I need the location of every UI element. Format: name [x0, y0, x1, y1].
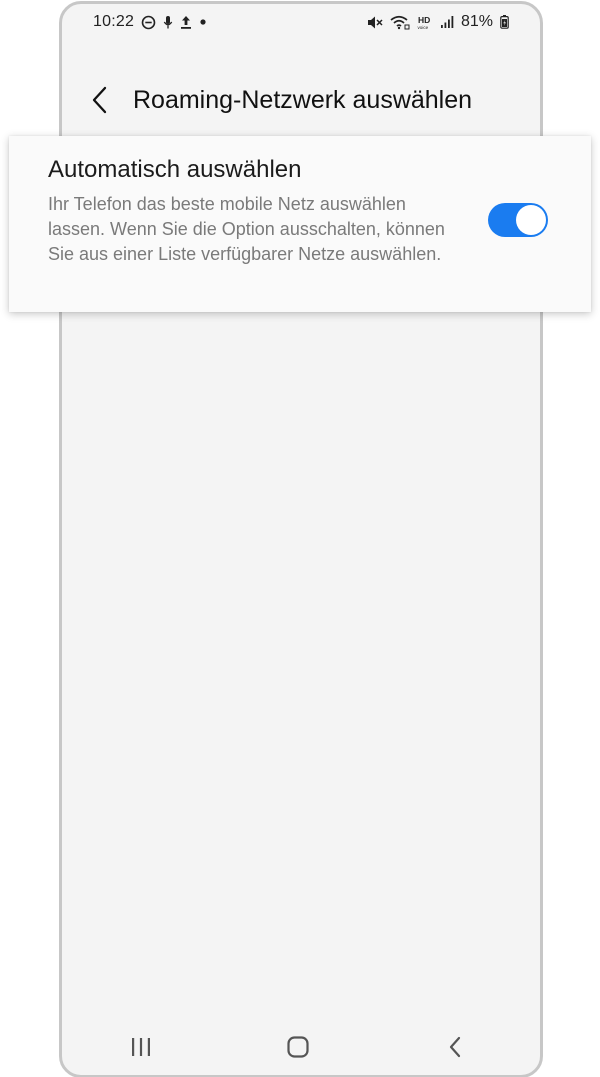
- nav-back-button[interactable]: [425, 1022, 485, 1072]
- recents-icon: [129, 1036, 153, 1058]
- svg-text:HD: HD: [418, 15, 430, 25]
- page-title: Roaming-Netzwerk auswählen: [133, 85, 473, 114]
- hd-voice-icon: HD voice: [417, 15, 433, 30]
- back-icon: [447, 1035, 463, 1059]
- wifi-call-icon: [390, 15, 410, 30]
- do-not-disturb-icon: [141, 15, 156, 30]
- recents-button[interactable]: [111, 1022, 171, 1072]
- app-header: Roaming-Netzwerk auswählen: [80, 78, 530, 122]
- home-icon: [286, 1035, 310, 1059]
- back-button[interactable]: [80, 78, 120, 122]
- svg-text:voice: voice: [417, 25, 428, 30]
- setting-title: Automatisch auswählen: [48, 156, 302, 183]
- status-time: 10:22: [93, 13, 135, 30]
- chevron-left-icon: [91, 86, 109, 114]
- status-bar: 10:22 HD voice 81%: [93, 10, 509, 34]
- auto-select-toggle[interactable]: [488, 203, 548, 237]
- navigation-bar: [62, 1022, 534, 1072]
- toggle-knob: [516, 205, 546, 235]
- dot-icon: [199, 18, 207, 26]
- auto-select-setting-row[interactable]: Automatisch auswählen Ihr Telefon das be…: [9, 136, 591, 312]
- status-left: 10:22: [93, 13, 207, 31]
- battery-percentage: 81%: [460, 13, 493, 30]
- upload-icon: [180, 15, 192, 30]
- setting-description: Ihr Telefon das beste mobile Netz auswäh…: [48, 194, 445, 264]
- microphone-icon: [163, 15, 173, 30]
- home-button[interactable]: [268, 1022, 328, 1072]
- mute-icon: [367, 15, 383, 30]
- screenshot-stage: 10:22 HD voice 81% Roaming-Netzwerk ausw…: [0, 0, 600, 1077]
- battery-icon: [500, 15, 509, 29]
- signal-icon: [440, 15, 454, 29]
- status-right: HD voice 81%: [367, 13, 509, 31]
